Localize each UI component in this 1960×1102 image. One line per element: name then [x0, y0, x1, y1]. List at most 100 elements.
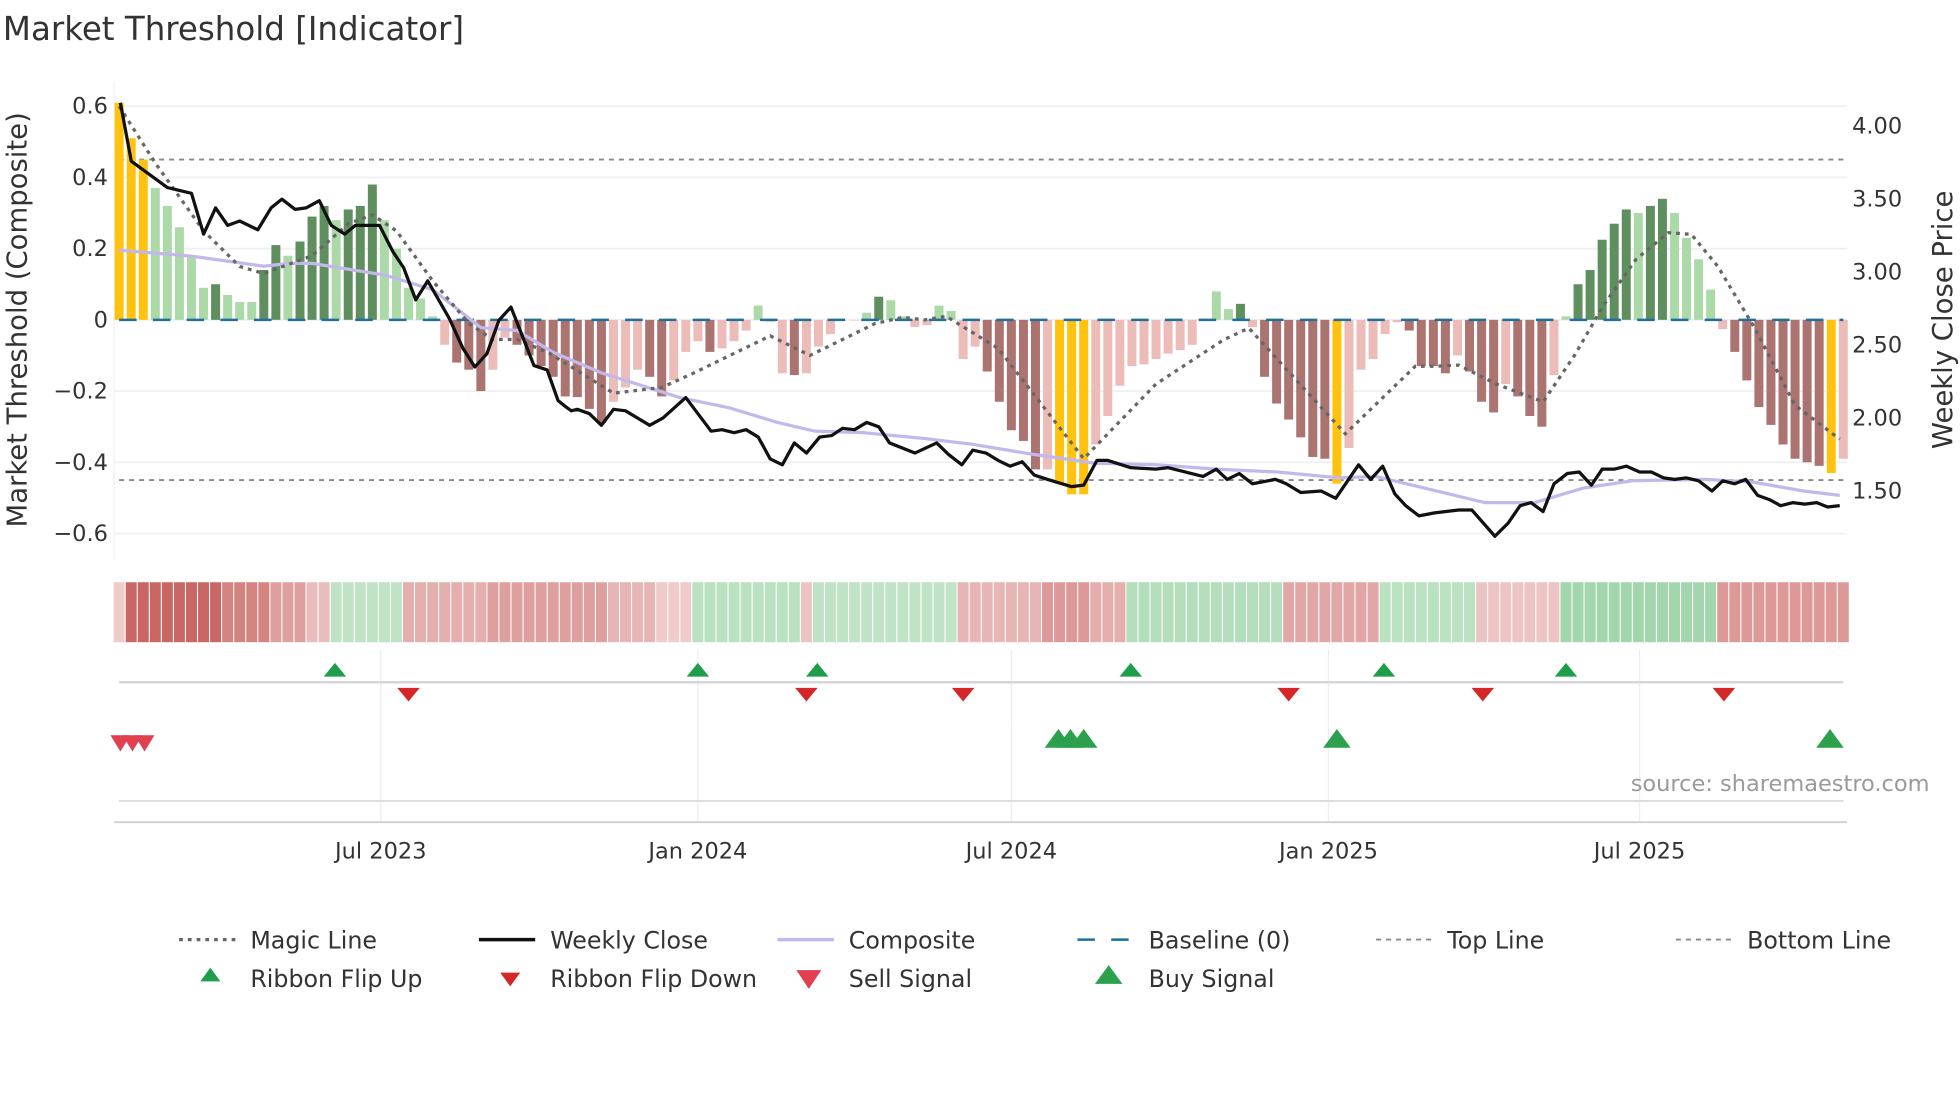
legend-item: Ribbon Flip Down: [500, 965, 757, 993]
composite-bar: [1380, 319, 1390, 335]
composite-bar: [1790, 319, 1800, 459]
composite-bar: [693, 319, 703, 342]
composite-bar: [633, 319, 643, 370]
composite-bar: [1573, 284, 1583, 320]
ribbon-cell: [1596, 582, 1608, 643]
ribbon-cell: [1319, 582, 1331, 643]
legend-item: Magic Line: [179, 926, 377, 954]
ribbon-cell: [1837, 582, 1849, 643]
legend-item: Weekly Close: [478, 926, 708, 954]
ribbon-cell: [1439, 582, 1451, 643]
ribbon-cell: [451, 582, 463, 643]
ribbon-cell: [294, 582, 306, 643]
composite-bar: [126, 138, 136, 320]
ribbon-cell: [1536, 582, 1548, 643]
composite-bar: [271, 245, 281, 320]
ribbon-cell: [1355, 582, 1367, 643]
ribbon-cell: [499, 582, 511, 643]
ribbon-strip: [113, 582, 1849, 643]
composite-bar: [1597, 239, 1607, 320]
composite-bar: [645, 319, 655, 377]
composite-bar: [777, 319, 787, 374]
composite-bar: [138, 159, 148, 320]
buy-signal-marker: [1816, 729, 1844, 748]
ribbon-cell: [1765, 582, 1777, 643]
composite-bar: [874, 296, 884, 320]
legend-label: Ribbon Flip Up: [250, 965, 422, 993]
ribbon-cell: [1825, 582, 1837, 643]
composite-bar: [657, 319, 667, 397]
composite-bar: [1489, 319, 1499, 413]
composite-bar: [717, 319, 727, 349]
right-tick-label: 2.50: [1852, 333, 1902, 359]
composite-bar: [572, 319, 582, 398]
composite-bar: [1465, 319, 1475, 372]
ribbon-cell: [270, 582, 282, 643]
left-tick-label: −0.4: [53, 450, 108, 476]
ribbon-cell: [1222, 582, 1234, 643]
ribbon-cell: [487, 582, 499, 643]
composite-bar: [1537, 319, 1547, 427]
ribbon-flip-up-marker: [1554, 662, 1578, 677]
ribbon-cell: [1464, 582, 1476, 643]
ribbon-cell: [403, 582, 415, 643]
ribbon-cell: [1656, 582, 1668, 643]
composite-bar: [199, 287, 209, 320]
legend-label: Buy Signal: [1149, 965, 1275, 993]
composite-bar: [1609, 223, 1619, 320]
ribbon-cell: [1162, 582, 1174, 643]
ribbon-cell: [740, 582, 752, 643]
ribbon-cell: [1029, 582, 1041, 643]
right-tick-label: 2.00: [1852, 406, 1902, 432]
composite-bar: [1308, 319, 1318, 457]
composite-bar: [801, 319, 811, 374]
ribbon-cell: [1451, 582, 1463, 643]
right-tick-label: 3.00: [1852, 260, 1902, 286]
composite-bar: [621, 319, 631, 388]
ribbon-cell: [825, 582, 837, 643]
ribbon-cell: [1548, 582, 1560, 643]
left-tick-label: 0.4: [72, 165, 108, 191]
ribbon-cell: [692, 582, 704, 643]
composite-bar: [1404, 319, 1414, 331]
ribbon-cell: [1126, 582, 1138, 643]
x-tick-label: Jul 2023: [333, 838, 426, 864]
composite-bar: [174, 227, 184, 320]
composite-bar: [681, 319, 691, 352]
ribbon-cell: [463, 582, 475, 643]
composite-bar: [367, 184, 377, 320]
composite-bar: [741, 319, 751, 331]
ribbon-cell: [1668, 582, 1680, 643]
buy-signal-marker: [1323, 729, 1351, 748]
ribbon-cell: [776, 582, 788, 643]
ribbon-flip-down-marker: [397, 687, 420, 702]
ribbon-cell: [668, 582, 680, 643]
right-axis-label: Weekly Close Price: [1927, 191, 1959, 449]
ribbon-cell: [1391, 582, 1403, 643]
ribbon-cell: [1198, 582, 1210, 643]
composite-bar: [1657, 198, 1667, 320]
composite-bar: [1694, 259, 1704, 320]
ribbon-flip-down-marker: [1277, 687, 1300, 702]
composite-bar: [1392, 319, 1402, 323]
ribbon-cell: [366, 582, 378, 643]
composite-bar: [1730, 319, 1740, 352]
x-tick-label: Jan 2024: [646, 838, 747, 864]
ribbon-cell: [173, 582, 185, 643]
left-tick-label: −0.6: [53, 521, 108, 547]
left-tick-label: 0: [94, 307, 108, 333]
composite-bar: [1826, 319, 1836, 473]
composite-bar: [247, 302, 257, 320]
chart-title: Market Threshold [Indicator]: [3, 10, 464, 48]
composite-bar: [1525, 319, 1535, 416]
right-tick-label: 4.00: [1852, 114, 1902, 140]
ribbon-cell: [1789, 582, 1801, 643]
ribbon-cell: [137, 582, 149, 643]
ribbon-cell: [1813, 582, 1825, 643]
legend-item: Baseline (0): [1077, 926, 1290, 954]
composite-bar: [1549, 319, 1559, 376]
legend-label: Magic Line: [250, 926, 377, 954]
composite-bar: [1175, 319, 1185, 351]
composite-bar: [1296, 319, 1306, 438]
ribbon-cell: [149, 582, 161, 643]
